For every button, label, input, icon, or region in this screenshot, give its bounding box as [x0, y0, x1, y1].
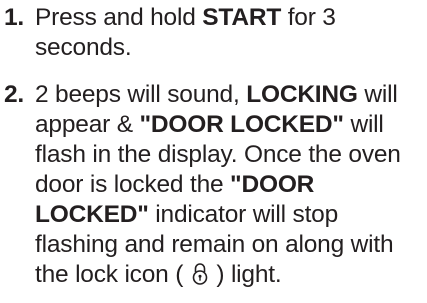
text-run: ) light.: [209, 261, 282, 288]
step-number: 1.: [4, 4, 25, 31]
text-run: the lock icon (: [35, 261, 190, 288]
step-text-line: the lock icon ( ) light.: [35, 260, 282, 290]
step-text-line: flashing and remain on along with: [35, 230, 394, 260]
text-run: Press and hold: [35, 4, 203, 31]
step-text-line: seconds.: [35, 33, 132, 63]
text-run: will: [357, 81, 398, 108]
text-run: indicator will stop: [148, 201, 339, 228]
text-run: will: [343, 111, 384, 138]
step-text-line: flash in the display. Once the oven: [35, 140, 401, 170]
step-text-line: Press and hold START for 3: [35, 3, 336, 33]
step-text-line: LOCKED" indicator will stop: [35, 200, 338, 230]
text-run: flash in the display. Once the oven: [35, 141, 401, 168]
step-number: 2.: [4, 81, 25, 108]
indicator-word-door: "DOOR: [230, 171, 315, 198]
text-run: door is locked the: [35, 171, 231, 198]
text-run: 2 beeps will sound,: [35, 81, 247, 108]
display-word-locking: LOCKING: [246, 81, 358, 108]
text-run: appear &: [35, 111, 140, 138]
indicator-word-locked: LOCKED": [35, 201, 149, 228]
lock-icon: [190, 262, 210, 286]
display-word-door-locked: "DOOR LOCKED": [139, 111, 344, 138]
step-text-line: appear & "DOOR LOCKED" will: [35, 110, 384, 140]
button-name-start: START: [202, 4, 282, 31]
step-text-line: 2 beeps will sound, LOCKING will: [35, 80, 398, 110]
step-text-line: door is locked the "DOOR: [35, 170, 314, 200]
instruction-steps: 1. Press and hold START for 3 seconds. 2…: [0, 0, 427, 303]
text-run: seconds.: [35, 34, 132, 61]
text-run: flashing and remain on along with: [35, 231, 394, 258]
text-run: for 3: [281, 4, 336, 31]
